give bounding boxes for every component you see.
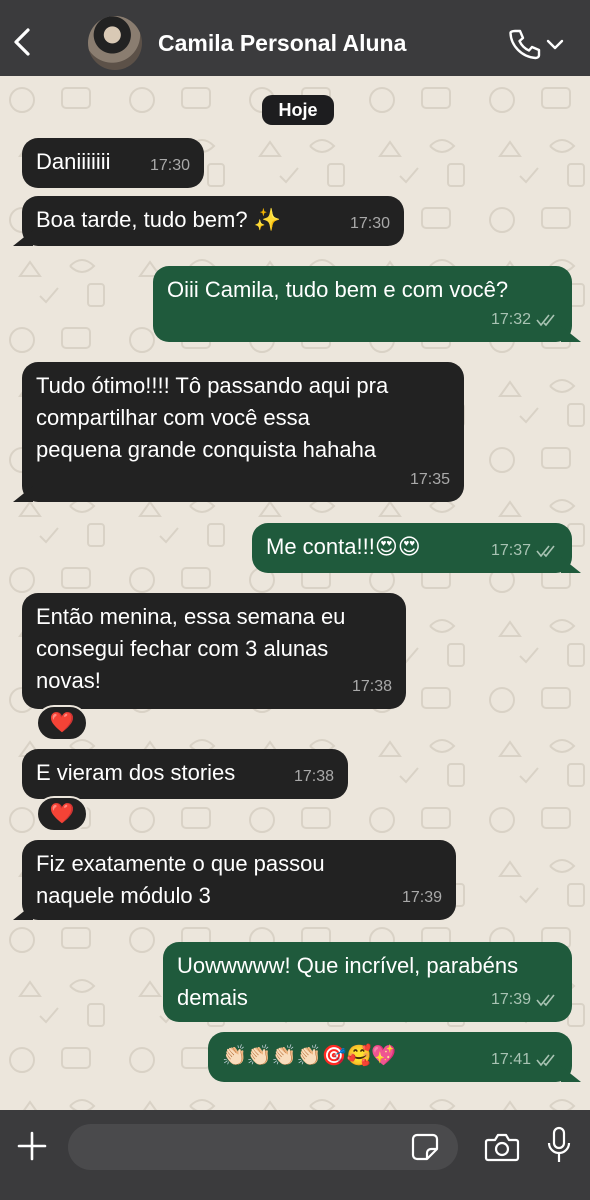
message-time: 17:38 xyxy=(351,678,392,695)
message-text: consegui fechar com 3 alunas xyxy=(36,636,329,661)
message-time: 17:30 xyxy=(349,215,390,232)
composer-bar xyxy=(0,1110,590,1200)
sticker-icon[interactable] xyxy=(410,1132,440,1162)
outgoing-message[interactable]: Oiii Camila, tudo bem e com você? 17:32 xyxy=(153,266,572,342)
message-time: 17:32 xyxy=(490,311,531,328)
avatar[interactable] xyxy=(88,16,142,70)
call-button[interactable] xyxy=(506,26,566,62)
plus-icon[interactable] xyxy=(16,1130,48,1162)
double-check-icon xyxy=(536,1054,555,1067)
message-time: 17:38 xyxy=(293,768,334,785)
message-time: 17:39 xyxy=(401,889,442,906)
double-check-icon xyxy=(536,545,555,558)
double-check-icon xyxy=(536,314,555,327)
message-time: 17:35 xyxy=(409,471,450,488)
chevron-down-icon xyxy=(546,39,564,50)
double-check-icon xyxy=(536,994,555,1007)
message-text: Uowwwww! Que incrível, parabéns xyxy=(177,953,519,978)
outgoing-message[interactable]: 👏🏻👏🏻👏🏻👏🏻🎯🥰💖 17:41 xyxy=(208,1032,572,1082)
chat-area[interactable]: Hoje Daniiiiiii 17:30 Boa tarde, tudo be… xyxy=(0,76,590,1110)
outgoing-message[interactable]: Uowwwww! Que incrível, parabéns demais 1… xyxy=(163,942,572,1022)
message-time: 17:37 xyxy=(490,542,531,559)
message-text: naquele módulo 3 xyxy=(36,883,211,908)
message-text: E vieram dos stories xyxy=(36,760,236,785)
message-time: 17:30 xyxy=(149,157,190,174)
chat-header: Camila Personal Aluna xyxy=(0,0,590,76)
message-time: 17:39 xyxy=(490,991,531,1008)
message-text: Oiii Camila, tudo bem e com você? xyxy=(167,277,509,302)
message-text: Tudo ótimo!!!! Tô passando aqui pra xyxy=(36,373,389,398)
heart-reaction[interactable]: ❤️ xyxy=(36,796,88,832)
message-text: Boa tarde, tudo bem? ✨ xyxy=(36,207,282,232)
contact-name[interactable]: Camila Personal Aluna xyxy=(158,30,406,57)
camera-icon[interactable] xyxy=(484,1132,520,1162)
message-text: novas! xyxy=(36,668,101,693)
date-separator: Hoje xyxy=(262,95,334,125)
message-text: Fiz exatamente o que passou xyxy=(36,851,325,876)
incoming-message[interactable]: Boa tarde, tudo bem? ✨ 17:30 xyxy=(22,196,404,246)
heart-reaction[interactable]: ❤️ xyxy=(36,705,88,741)
message-text: compartilhar com você essa xyxy=(36,405,310,430)
chevron-left-icon[interactable] xyxy=(10,26,34,58)
message-text: Então menina, essa semana eu xyxy=(36,604,346,629)
incoming-message[interactable]: Então menina, essa semana eu consegui fe… xyxy=(22,593,406,709)
message-time: 17:41 xyxy=(490,1051,531,1068)
incoming-message[interactable]: Daniiiiiii 17:30 xyxy=(22,138,204,188)
incoming-message[interactable]: Tudo ótimo!!!! Tô passando aqui pra comp… xyxy=(22,362,464,502)
message-text: pequena grande conquista hahaha xyxy=(36,437,377,462)
incoming-message[interactable]: Fiz exatamente o que passou naquele módu… xyxy=(22,840,456,920)
message-input[interactable] xyxy=(68,1124,458,1170)
phone-icon xyxy=(509,29,541,60)
incoming-message[interactable]: E vieram dos stories 17:38 xyxy=(22,749,348,799)
microphone-icon[interactable] xyxy=(546,1126,572,1166)
outgoing-message[interactable]: Me conta!!!😍😍 17:37 xyxy=(252,523,572,573)
